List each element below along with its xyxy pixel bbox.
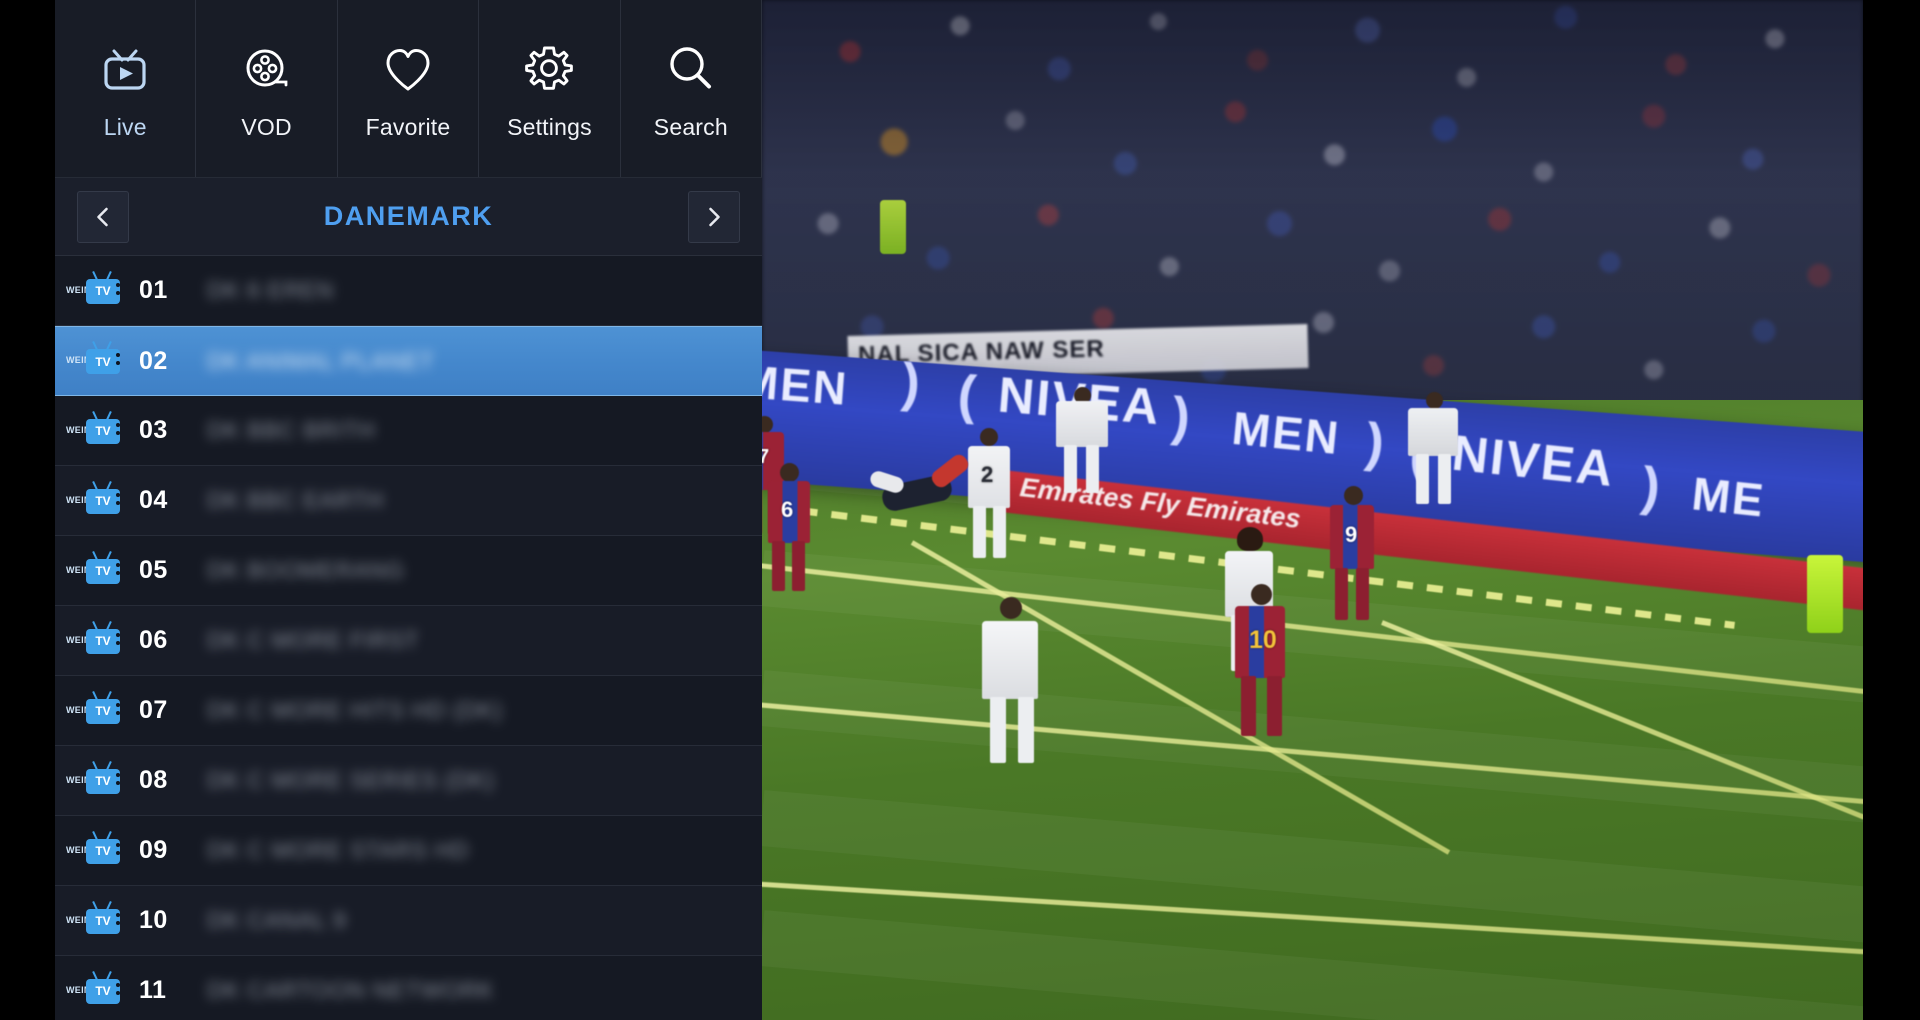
channel-name: DK C MORE FIRST (207, 627, 420, 653)
weintv-logo-icon: WEIN TV (66, 830, 128, 871)
tab-search-label: Search (653, 113, 728, 140)
tab-search[interactable]: Search (620, 0, 763, 178)
heart-icon (377, 38, 439, 100)
channel-row[interactable]: WEIN TV 05 DK BOOMERANG (55, 536, 762, 606)
channel-row[interactable]: WEIN TV 06 DK C MORE FIRST (55, 606, 762, 676)
weintv-logo-icon: WEIN TV (66, 620, 128, 661)
chevron-right-icon (709, 207, 720, 226)
channel-logo: WEIN TV (55, 270, 139, 311)
channel-number: 10 (139, 906, 168, 934)
weintv-logo-icon: WEIN TV (66, 690, 128, 731)
channel-name: DK C MORE HITS HD (DK) (207, 697, 503, 723)
channel-number: 09 (139, 836, 168, 864)
channel-logo: WEIN TV (55, 620, 139, 661)
ad-text-men-3: ME (1689, 467, 1768, 527)
category-nav-bar: DANEMARK (55, 178, 762, 256)
channel-logo: WEIN TV (55, 480, 139, 521)
channel-number: 05 (139, 556, 168, 584)
steward-1 (1807, 555, 1843, 633)
channel-name: DK CANAL 9 (207, 907, 347, 933)
video-frame: NAL SICA NAW SER MEN ) ( NIVEA ) MEN ) (… (762, 0, 1863, 1020)
weintv-logo-icon: WEIN TV (66, 410, 128, 451)
channel-row[interactable]: WEIN TV 03 DK BBC BRITH (55, 396, 762, 466)
tab-settings-label: Settings (507, 113, 592, 140)
weintv-logo-icon: WEIN TV (66, 340, 128, 381)
tab-vod[interactable]: VOD (196, 0, 338, 178)
weintv-logo-icon: WEIN TV (66, 550, 128, 591)
channel-row[interactable]: WEIN TV 08 DK C MORE SERIES (DK) (55, 746, 762, 816)
ad-text-men-2: MEN (1229, 401, 1343, 465)
channel-row[interactable]: WEIN TV 01 DK 6 EREN (55, 256, 762, 326)
chevron-left-icon (97, 207, 108, 226)
channel-logo: WEIN TV (55, 690, 139, 731)
channel-name: DK 6 EREN (207, 277, 334, 303)
channel-panel: Live VOD Favorite Settings Search DANEMA… (55, 0, 763, 1020)
iptv-player-screen: NAL SICA NAW SER MEN ) ( NIVEA ) MEN ) (… (0, 0, 1920, 1020)
tv-play-icon (94, 38, 156, 100)
channel-number: 04 (139, 486, 168, 514)
channel-row[interactable]: WEIN TV 07 DK C MORE HITS HD (DK) (55, 676, 762, 746)
tab-vod-label: VOD (241, 113, 292, 140)
channel-number: 11 (139, 976, 167, 1004)
channel-row[interactable]: WEIN TV 04 DK BBC EARTH (55, 466, 762, 536)
tab-favorite-label: Favorite (365, 113, 451, 140)
channel-name: DK ANIMAL PLANET (207, 347, 435, 374)
channel-name: DK C MORE STARS HD (207, 837, 470, 863)
gear-icon (518, 38, 580, 100)
channel-logo: WEIN TV (55, 830, 139, 871)
tab-settings[interactable]: Settings (479, 0, 621, 178)
channel-row[interactable]: WEIN TV 02 DK ANIMAL PLANET (55, 326, 762, 396)
weintv-logo-icon: WEIN TV (66, 270, 128, 311)
channel-logo: WEIN TV (55, 340, 139, 381)
weintv-logo-icon: WEIN TV (66, 970, 128, 1011)
channel-number: 06 (139, 626, 168, 654)
category-title: DANEMARK (323, 201, 494, 231)
channel-row[interactable]: WEIN TV 09 DK C MORE STARS HD (55, 816, 762, 886)
film-reel-icon (236, 38, 298, 100)
search-icon (660, 38, 722, 100)
channel-number: 03 (139, 416, 168, 444)
weintv-logo-icon: WEIN TV (66, 760, 128, 801)
weintv-logo-icon: WEIN TV (66, 900, 128, 941)
video-player-surface[interactable]: NAL SICA NAW SER MEN ) ( NIVEA ) MEN ) (… (762, 0, 1863, 1020)
channel-logo: WEIN TV (55, 970, 139, 1011)
channel-number: 02 (139, 346, 168, 375)
ad-text-men-1: MEN (762, 355, 850, 415)
tab-live[interactable]: Live (55, 0, 197, 178)
channel-logo: WEIN TV (55, 410, 139, 451)
channel-number: 01 (139, 276, 168, 304)
channel-name: DK CARTOON NETWORK (207, 977, 495, 1003)
weintv-logo-icon: WEIN TV (66, 480, 128, 521)
channel-name: DK C MORE SERIES (DK) (207, 767, 495, 793)
channel-row[interactable]: WEIN TV 10 DK CANAL 9 (55, 886, 762, 956)
channel-name: DK BOOMERANG (207, 557, 405, 583)
tab-live-label: Live (103, 113, 147, 140)
main-tab-bar: Live VOD Favorite Settings Search (55, 0, 763, 178)
channel-list[interactable]: WEIN TV 01 DK 6 EREN WEIN TV 02 DK ANIMAL PLANE… (55, 256, 762, 1020)
channel-name: DK BBC BRITH (207, 417, 376, 443)
channel-number: 08 (139, 766, 168, 794)
channel-logo: WEIN TV (55, 900, 139, 941)
channel-logo: WEIN TV (55, 760, 139, 801)
channel-number: 07 (139, 696, 168, 724)
category-next-button[interactable] (688, 190, 740, 243)
tab-favorite[interactable]: Favorite (337, 0, 480, 178)
steward-2 (880, 200, 906, 254)
category-prev-button[interactable] (77, 190, 129, 243)
channel-name: DK BBC EARTH (207, 487, 384, 513)
channel-logo: WEIN TV (55, 550, 139, 591)
channel-row[interactable]: WEIN TV 11 DK CARTOON NETWORK (55, 956, 762, 1020)
